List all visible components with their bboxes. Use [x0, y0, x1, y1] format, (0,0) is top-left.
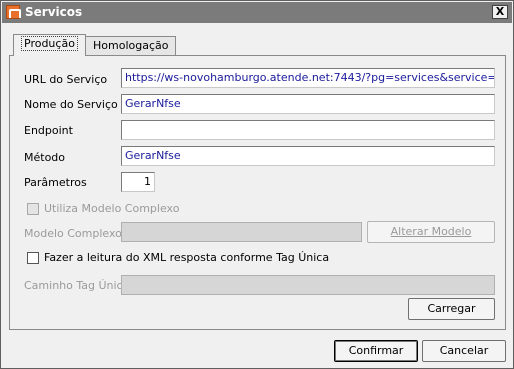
close-button[interactable]: X	[492, 5, 508, 19]
metodo-field[interactable]: GerarNfse	[121, 146, 495, 166]
nome-servico-field[interactable]: GerarNfse	[121, 94, 495, 114]
app-icon	[6, 5, 21, 19]
servicos-dialog: Servicos X Produção Homologação URL do S…	[0, 0, 514, 369]
window-title: Servicos	[25, 5, 83, 19]
tab-homologacao[interactable]: Homologação	[85, 36, 177, 55]
tab-producao[interactable]: Produção	[13, 34, 86, 56]
caminho-tag-label: Caminho Tag Única	[24, 279, 130, 292]
tab-producao-label: Produção	[21, 36, 78, 51]
endpoint-field[interactable]	[121, 120, 495, 140]
url-field[interactable]: https://ws-novohamburgo.atende.net:7443/…	[121, 68, 495, 88]
leitura-xml-label: Fazer a leitura do XML resposta conforme…	[44, 251, 330, 264]
endpoint-label: Endpoint	[24, 124, 73, 137]
alterar-modelo-button[interactable]: Alterar Modelo	[367, 221, 495, 243]
utiliza-modelo-complexo-checkbox[interactable]	[27, 203, 39, 215]
alterar-modelo-button-label: Alterar Modelo	[390, 225, 472, 238]
modelo-complexo-label: Modelo Complexo	[24, 227, 122, 240]
caminho-tag-field[interactable]	[121, 275, 495, 295]
metodo-label: Método	[24, 151, 66, 164]
leitura-xml-checkbox[interactable]	[27, 252, 39, 264]
title-bar[interactable]: Servicos X	[2, 2, 512, 23]
tab-homologacao-label: Homologação	[93, 39, 169, 52]
carregar-button-label: Carregar	[427, 302, 476, 315]
parametros-field[interactable]: 1	[121, 172, 155, 192]
modelo-complexo-field[interactable]	[121, 222, 362, 242]
nome-servico-label: Nome do Serviço	[24, 98, 118, 111]
cancelar-button[interactable]: Cancelar	[422, 340, 506, 362]
carregar-button[interactable]: Carregar	[408, 298, 495, 320]
utiliza-modelo-complexo-label: Utiliza Modelo Complexo	[44, 202, 180, 215]
parametros-label: Parâmetros	[24, 176, 87, 189]
confirmar-button[interactable]: Confirmar	[334, 340, 418, 362]
tab-panel-producao: URL do Serviço https://ws-novohamburgo.a…	[9, 55, 506, 330]
confirmar-button-label: Confirmar	[348, 344, 404, 357]
cancelar-button-label: Cancelar	[439, 344, 489, 357]
url-label: URL do Serviço	[24, 73, 108, 86]
